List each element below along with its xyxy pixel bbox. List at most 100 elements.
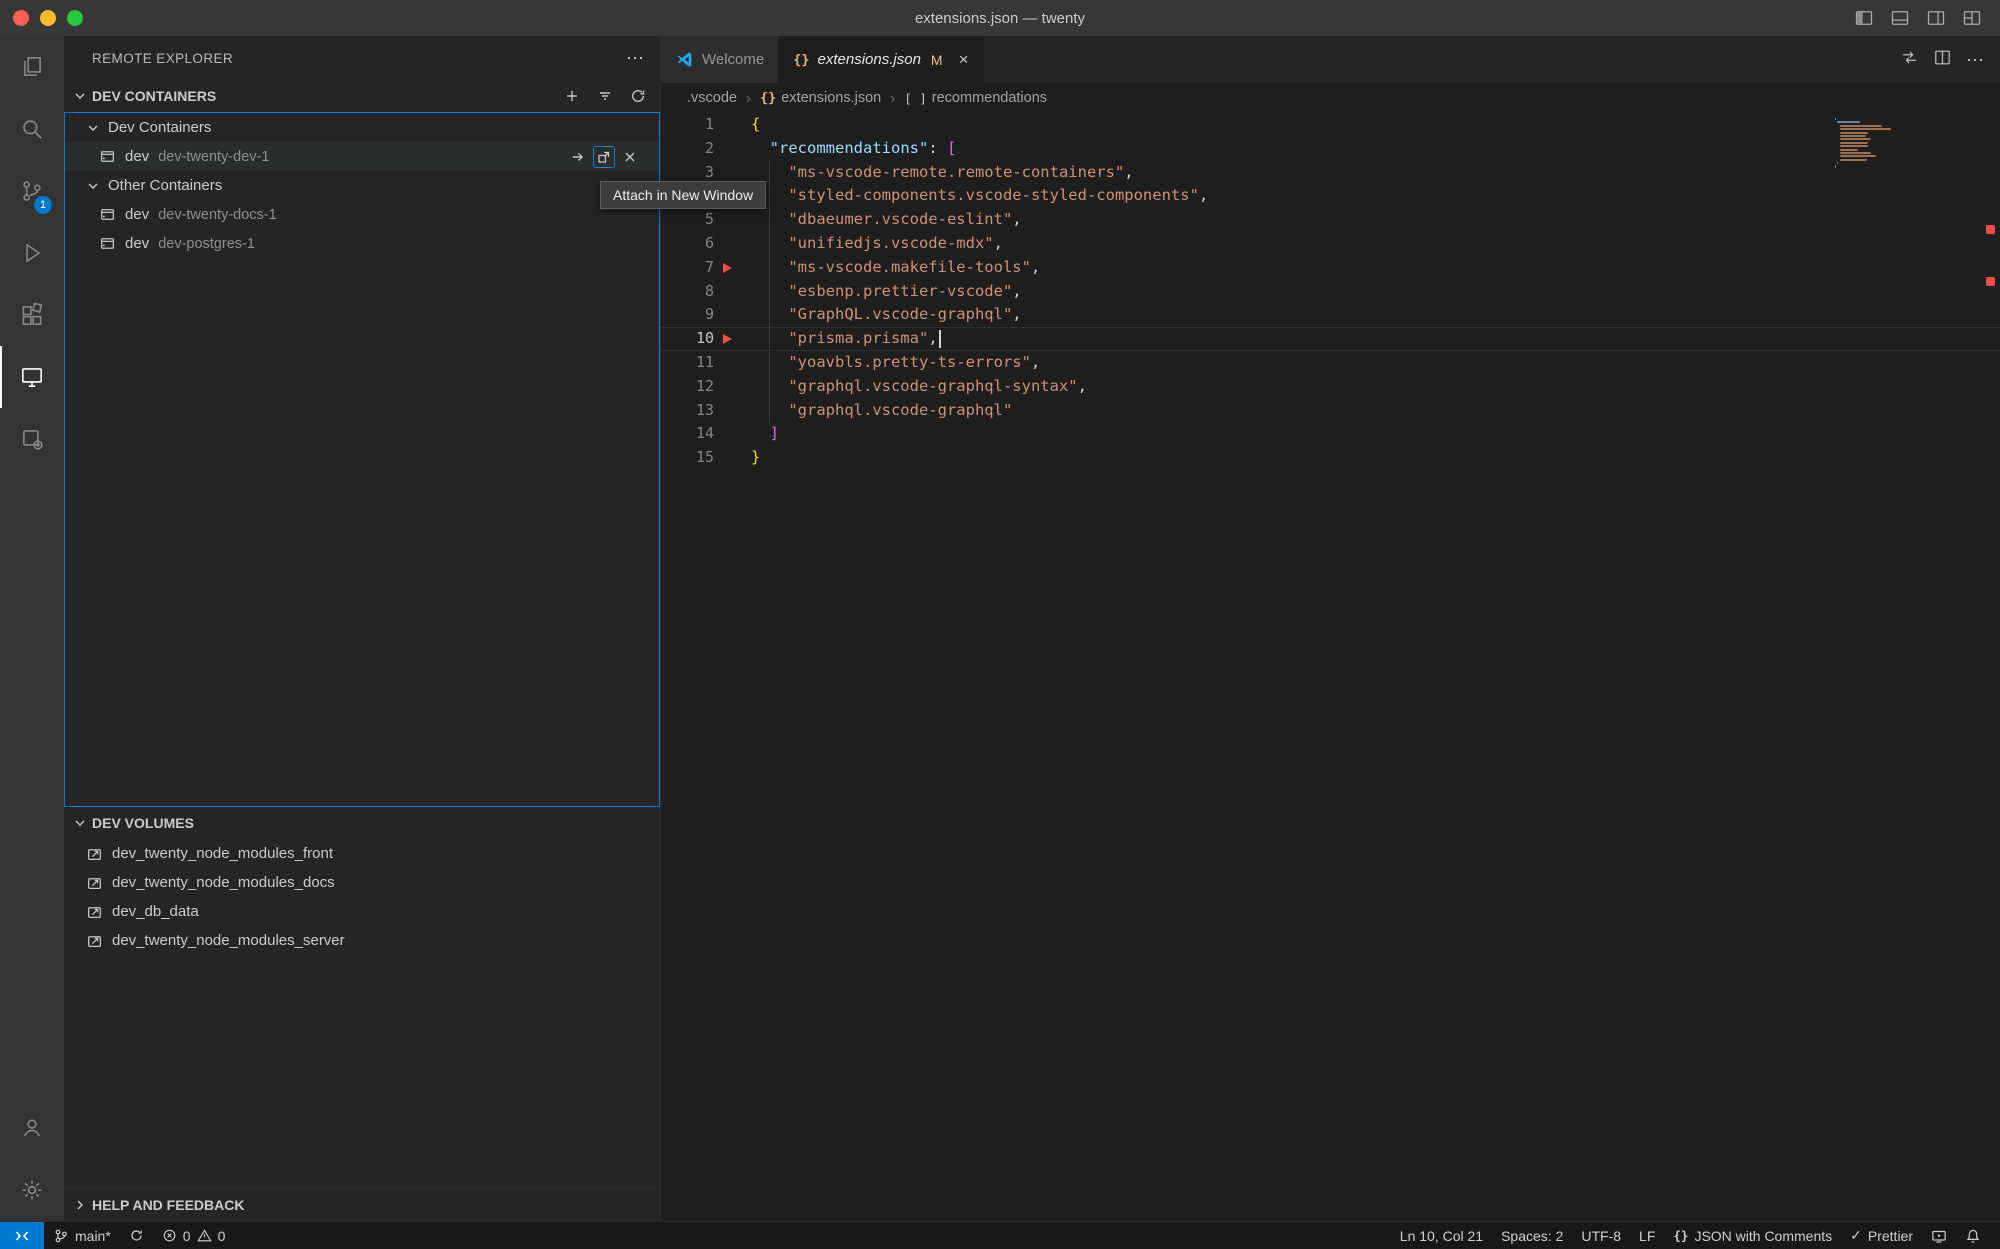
container-name: dev <box>125 235 149 252</box>
more-actions-icon[interactable]: ⋯ <box>626 49 644 67</box>
code-line[interactable]: 15} <box>661 446 2000 470</box>
sync-changes-status[interactable] <box>120 1222 153 1249</box>
minimap-line <box>1840 128 1892 130</box>
refresh-icon[interactable] <box>626 84 650 108</box>
formatter-status[interactable]: ✓ Prettier <box>1841 1227 1922 1244</box>
attach-in-new-window-icon[interactable] <box>593 146 615 168</box>
workbench: 1 REMOTE EXPLORER ⋯ DEV CONTAINERS <box>0 36 2000 1221</box>
toggle-sidebar-icon[interactable] <box>1854 8 1874 28</box>
code-line[interactable]: 10 "prisma.prisma", <box>661 327 2000 351</box>
code-line[interactable]: 9 "GraphQL.vscode-graphql", <box>661 303 2000 327</box>
screencast-icon[interactable] <box>1922 1228 1956 1244</box>
notifications-bell-icon[interactable] <box>1956 1228 1990 1244</box>
problems-status[interactable]: 0 0 <box>153 1222 235 1249</box>
code-line[interactable]: 4 "styled-components.vscode-styled-compo… <box>661 184 2000 208</box>
code-line[interactable]: 3 "ms-vscode-remote.remote-containers", <box>661 161 2000 185</box>
code-line[interactable]: 8 "esbenp.prettier-vscode", <box>661 280 2000 304</box>
close-window-button[interactable] <box>13 10 29 26</box>
titlebar: extensions.json — twenty <box>0 0 2000 36</box>
minimize-window-button[interactable] <box>40 10 56 26</box>
fullscreen-window-button[interactable] <box>67 10 83 26</box>
section-title: DEV CONTAINERS <box>92 88 216 104</box>
code-line[interactable]: 7 "ms-vscode.makefile-tools", <box>661 256 2000 280</box>
toggle-panel-icon[interactable] <box>1890 8 1910 28</box>
extensions-icon[interactable] <box>0 284 64 346</box>
line-number: 13 <box>661 399 751 423</box>
volume-icon <box>86 932 103 949</box>
git-branch-status[interactable]: main* <box>44 1222 120 1249</box>
sidebar-pane-header: REMOTE EXPLORER ⋯ <box>64 36 660 80</box>
volume-row[interactable]: dev_twenty_node_modules_server <box>64 926 660 955</box>
minimap-line <box>1837 121 1860 123</box>
accounts-icon[interactable] <box>0 1097 64 1159</box>
code-editor[interactable]: 1{2 "recommendations": [3 "ms-vscode-rem… <box>661 113 2000 1221</box>
code-line[interactable]: 13 "graphql.vscode-graphql" <box>661 399 2000 423</box>
code-text: "prisma.prisma", <box>751 327 941 351</box>
close-tab-icon[interactable]: × <box>959 51 969 68</box>
filter-icon[interactable] <box>593 84 617 108</box>
section-dev-volumes-header[interactable]: DEV VOLUMES <box>64 807 660 839</box>
minimap-line <box>1840 125 1883 127</box>
code-line[interactable]: 14 ] <box>661 422 2000 446</box>
eol-status[interactable]: LF <box>1630 1228 1664 1244</box>
split-editor-icon[interactable] <box>1933 48 1952 72</box>
language-mode-status[interactable]: {} JSON with Comments <box>1664 1228 1841 1244</box>
breadcrumb-symbol[interactable]: [ ] recommendations <box>904 90 1047 106</box>
stop-container-icon[interactable] <box>619 146 641 168</box>
container-row-dev-postgres-1[interactable]: dev dev-postgres-1 <box>65 229 659 258</box>
tab-welcome[interactable]: Welcome <box>661 36 779 83</box>
tree-group-dev-containers[interactable]: Dev Containers <box>65 113 659 142</box>
breadcrumb-file[interactable]: {} extensions.json <box>760 90 881 106</box>
container-row-dev-twenty-dev-1[interactable]: dev dev-twenty-dev-1 <box>65 142 659 171</box>
minimap-line <box>1840 149 1858 151</box>
remote-indicator[interactable] <box>0 1222 44 1249</box>
cursor-position-status[interactable]: Ln 10, Col 21 <box>1391 1228 1492 1244</box>
chevron-down-icon <box>72 815 88 831</box>
tree-group-other-containers[interactable]: Other Containers <box>65 171 659 200</box>
remote-explorer-icon[interactable] <box>0 346 64 408</box>
containers-icon[interactable] <box>0 408 64 470</box>
minimap[interactable] <box>1835 118 1980 169</box>
code-line[interactable]: 6 "unifiedjs.vscode-mdx", <box>661 232 2000 256</box>
volume-row[interactable]: dev_twenty_node_modules_docs <box>64 868 660 897</box>
settings-gear-icon[interactable] <box>0 1159 64 1221</box>
run-debug-icon[interactable] <box>0 222 64 284</box>
minimap-line <box>1840 132 1869 134</box>
more-actions-icon[interactable]: ⋯ <box>1966 51 1984 69</box>
toggle-secondary-sidebar-icon[interactable] <box>1926 8 1946 28</box>
code-text: { <box>751 113 760 137</box>
container-row-dev-twenty-docs-1[interactable]: dev dev-twenty-docs-1 <box>65 200 659 229</box>
tooltip-attach-in-new-window: Attach in New Window <box>600 181 766 209</box>
volume-row[interactable]: dev_twenty_node_modules_front <box>64 839 660 868</box>
indentation-status[interactable]: Spaces: 2 <box>1492 1228 1572 1244</box>
volume-label: dev_twenty_node_modules_docs <box>112 874 335 891</box>
code-text: "ms-vscode.makefile-tools", <box>751 256 1040 280</box>
sync-icon <box>129 1228 144 1243</box>
source-control-icon[interactable]: 1 <box>0 160 64 222</box>
modified-line-marker <box>723 334 732 344</box>
section-help-feedback-header[interactable]: HELP AND FEEDBACK <box>64 1188 660 1221</box>
line-number: 1 <box>661 113 751 137</box>
explorer-icon[interactable] <box>0 36 64 98</box>
layout-controls <box>1854 8 1982 28</box>
search-icon[interactable] <box>0 98 64 160</box>
scm-badge: 1 <box>34 196 52 214</box>
editor-area: Welcome {} extensions.json M × ⋯ .vscode <box>661 36 2000 1221</box>
overview-ruler-marker <box>1986 225 1995 234</box>
code-line[interactable]: 5 "dbaeumer.vscode-eslint", <box>661 208 2000 232</box>
minimap-line <box>1835 118 1836 120</box>
new-container-icon[interactable] <box>560 84 584 108</box>
open-changes-icon[interactable] <box>1900 48 1919 72</box>
encoding-status[interactable]: UTF-8 <box>1572 1228 1630 1244</box>
breadcrumb-folder[interactable]: .vscode <box>687 90 737 106</box>
customize-layout-icon[interactable] <box>1962 8 1982 28</box>
volume-row[interactable]: dev_db_data <box>64 897 660 926</box>
code-line[interactable]: 11 "yoavbls.pretty-ts-errors", <box>661 351 2000 375</box>
section-dev-containers-header[interactable]: DEV CONTAINERS <box>64 80 660 112</box>
code-line[interactable]: 1{ <box>661 113 2000 137</box>
tab-extensions-json[interactable]: {} extensions.json M × <box>779 36 983 83</box>
attach-to-container-icon[interactable] <box>567 146 589 168</box>
code-line[interactable]: 2 "recommendations": [ <box>661 137 2000 161</box>
code-line[interactable]: 12 "graphql.vscode-graphql-syntax", <box>661 375 2000 399</box>
tab-bar: Welcome {} extensions.json M × ⋯ <box>661 36 2000 83</box>
